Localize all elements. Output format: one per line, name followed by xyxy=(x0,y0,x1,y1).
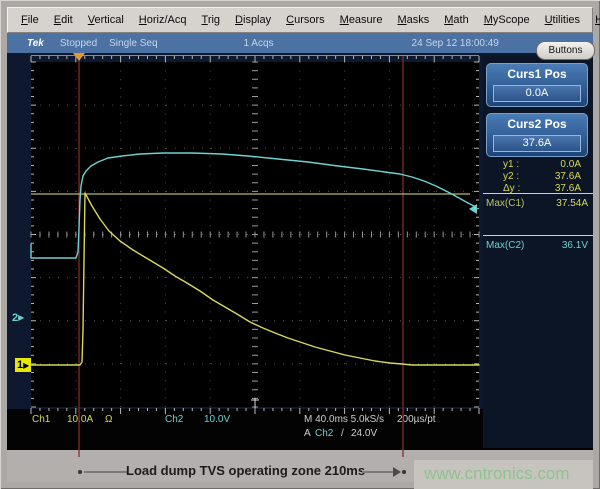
tek-logo: Tek xyxy=(27,38,44,49)
menu-item-vertical[interactable]: Vertical xyxy=(81,12,131,28)
menu-item-measure[interactable]: Measure xyxy=(333,12,390,28)
curs1-pos-value[interactable]: 0.0A xyxy=(493,85,581,102)
menu-item-file[interactable]: File xyxy=(14,12,46,28)
zone-left-line xyxy=(84,471,128,473)
zone-left-dot xyxy=(78,470,82,474)
ch1-scale[interactable]: 10.0A xyxy=(67,414,93,425)
menu-item-help[interactable]: Help xyxy=(588,12,600,28)
side-control-panel: Curs1 Pos 0.0A Curs2 Pos 37.6A y1 :0.0A … xyxy=(483,56,593,448)
ch2-reference-marker[interactable]: 2▶ xyxy=(12,312,24,324)
cursor-y1-row: y1 :0.0A xyxy=(503,159,581,171)
resolution-readout: 200µs/pt xyxy=(397,414,436,425)
acquisition-state: Stopped xyxy=(60,38,97,49)
oscilloscope-window: FileEditVerticalHoriz/AcqTrigDisplayCurs… xyxy=(0,0,600,489)
ch2-marker-arrow-icon: ▶ xyxy=(18,313,24,322)
trigger-slope-icon: / xyxy=(341,428,344,439)
trigger-source: Ch2 xyxy=(315,428,333,439)
measurement-max-c2: Max(C2)36.1V xyxy=(486,240,590,251)
curs1-pos-label: Curs1 Pos xyxy=(487,67,587,81)
curs1-pos-control[interactable]: Curs1 Pos 0.0A xyxy=(486,63,588,107)
menu-item-trig[interactable]: Trig xyxy=(195,12,228,28)
measurement-max-c1: Max(C1)37.54A xyxy=(486,198,590,209)
curs2-pos-control[interactable]: Curs2 Pos 37.6A xyxy=(486,113,588,157)
buttons-button[interactable]: Buttons xyxy=(536,41,595,60)
acquisition-count: 1 Acqs xyxy=(244,38,274,49)
cursor-y2-row: y2 :37.6A xyxy=(503,171,581,183)
ch1-impedance: Ω xyxy=(105,414,112,425)
curs2-pos-value[interactable]: 37.6A xyxy=(493,135,581,152)
divider xyxy=(483,193,593,194)
ch1-reference-marker[interactable]: 1▶ xyxy=(15,358,31,372)
zone-right-line xyxy=(362,471,394,473)
trigger-level[interactable]: 24.0V xyxy=(351,428,377,439)
menu-bar: FileEditVerticalHoriz/AcqTrigDisplayCurs… xyxy=(7,7,593,33)
menu-item-horiz-acq[interactable]: Horiz/Acq xyxy=(132,12,194,28)
menu-item-masks[interactable]: Masks xyxy=(390,12,436,28)
menu-item-cursors[interactable]: Cursors xyxy=(279,12,332,28)
ch1-marker-arrow-icon: ▶ xyxy=(23,361,29,370)
zone-right-dot xyxy=(402,470,406,474)
menu-item-utilities[interactable]: Utilities xyxy=(538,12,587,28)
zone-annotation-text: Load dump TVS operating zone 210ms xyxy=(126,463,364,478)
datetime: 24 Sep 12 18:00:49 xyxy=(412,38,499,49)
acquisition-mode: Single Seq xyxy=(109,38,157,49)
status-bar: Tek Stopped Single Seq 1 Acqs 24 Sep 12 … xyxy=(7,33,593,53)
ch2-scale[interactable]: 10.0V xyxy=(204,414,230,425)
divider xyxy=(483,235,593,236)
menu-item-edit[interactable]: Edit xyxy=(47,12,80,28)
watermark-text: www.cntronics.com xyxy=(424,464,569,484)
timebase-readout[interactable]: M 40.0ms 5.0kS/s xyxy=(304,414,384,425)
curs2-pos-label: Curs2 Pos xyxy=(487,117,587,131)
menu-item-math[interactable]: Math xyxy=(437,12,475,28)
graticule xyxy=(31,62,479,407)
ch2-label: Ch2 xyxy=(165,414,183,425)
menu-item-display[interactable]: Display xyxy=(228,12,278,28)
trigger-prefix: A xyxy=(304,428,311,439)
ch1-label: Ch1 xyxy=(32,414,50,425)
menu-item-myscope[interactable]: MyScope xyxy=(477,12,537,28)
